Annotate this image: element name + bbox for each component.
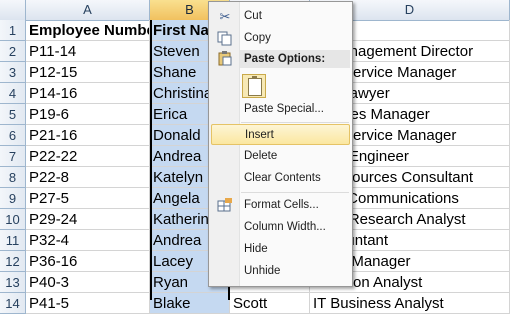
format-cells-icon [217, 198, 233, 213]
menu-item-unhide-label: Unhide [244, 265, 281, 277]
context-menu: ✂ Cut Copy Paste Options: Paste Special.… [208, 1, 353, 287]
row-number[interactable]: 9 [0, 188, 26, 209]
row-number[interactable]: 8 [0, 167, 26, 188]
menu-item-insert-label: Insert [245, 129, 274, 141]
menu-item-column-width[interactable]: Column Width... [211, 217, 350, 238]
cell-d[interactable]: IT Business Analyst [310, 293, 510, 314]
row-number[interactable]: 1 [0, 20, 26, 41]
menu-item-copy-label: Copy [244, 32, 271, 44]
paste-options-header: Paste Options: [240, 50, 350, 68]
cell-a[interactable]: P40-3 [26, 272, 150, 293]
menu-item-cut[interactable]: ✂ Cut [211, 6, 350, 27]
cell-a[interactable]: P14-16 [26, 83, 150, 104]
menu-item-format-cells[interactable]: Format Cells... [211, 195, 350, 216]
row-number[interactable]: 11 [0, 230, 26, 251]
row-number[interactable]: 14 [0, 293, 26, 314]
menu-item-cut-label: Cut [244, 10, 262, 22]
cell-b[interactable]: Blake [150, 293, 230, 314]
scissors-icon: ✂ [219, 9, 231, 24]
menu-separator [241, 192, 349, 193]
cell-a[interactable]: Employee Number [26, 20, 150, 41]
cell-a[interactable]: P27-5 [26, 188, 150, 209]
menu-item-delete-label: Delete [244, 150, 278, 162]
menu-item-insert[interactable]: Insert [211, 124, 350, 145]
menu-item-copy[interactable]: Copy [211, 28, 350, 49]
row-number[interactable]: 5 [0, 104, 26, 125]
menu-item-clear-contents-label: Clear Contents [244, 172, 321, 184]
row-number[interactable]: 6 [0, 125, 26, 146]
cell-c[interactable]: Scott [230, 293, 310, 314]
cell-a[interactable]: P11-14 [26, 41, 150, 62]
menu-item-column-width-label: Column Width... [244, 221, 326, 233]
row-number[interactable]: 3 [0, 62, 26, 83]
cell-a[interactable]: P41-5 [26, 293, 150, 314]
cell-a[interactable]: P29-24 [26, 209, 150, 230]
menu-item-clear-contents[interactable]: Clear Contents [211, 168, 350, 189]
menu-item-hide-label: Hide [244, 243, 268, 255]
cell-a[interactable]: P32-4 [26, 230, 150, 251]
menu-item-hide[interactable]: Hide [211, 239, 350, 260]
menu-item-unhide[interactable]: Unhide [211, 261, 350, 282]
cell-a[interactable]: P19-6 [26, 104, 150, 125]
row-number[interactable]: 10 [0, 209, 26, 230]
cell-a[interactable]: P22-8 [26, 167, 150, 188]
cell-a[interactable]: P12-15 [26, 62, 150, 83]
row-number[interactable]: 2 [0, 41, 26, 62]
copy-icon [217, 31, 233, 46]
select-all-corner[interactable] [0, 0, 26, 20]
menu-separator [241, 122, 349, 123]
paste-option-button[interactable] [242, 74, 266, 98]
column-header-a[interactable]: A [26, 0, 150, 20]
cell-a[interactable]: P21-16 [26, 125, 150, 146]
menu-item-paste-special-label: Paste Special... [244, 103, 324, 115]
row-number[interactable]: 12 [0, 251, 26, 272]
paste-icon [217, 51, 233, 66]
menu-item-paste-special[interactable]: Paste Special... [211, 99, 350, 120]
cell-a[interactable]: P22-22 [26, 146, 150, 167]
menu-item-format-cells-label: Format Cells... [244, 199, 319, 211]
menu-item-delete[interactable]: Delete [211, 146, 350, 167]
row-number[interactable]: 7 [0, 146, 26, 167]
row-number[interactable]: 13 [0, 272, 26, 293]
table-row: 14 P41-5 Blake Scott IT Business Analyst [0, 293, 510, 314]
row-number[interactable]: 4 [0, 83, 26, 104]
cell-a[interactable]: P36-16 [26, 251, 150, 272]
clipboard-icon [248, 76, 262, 96]
